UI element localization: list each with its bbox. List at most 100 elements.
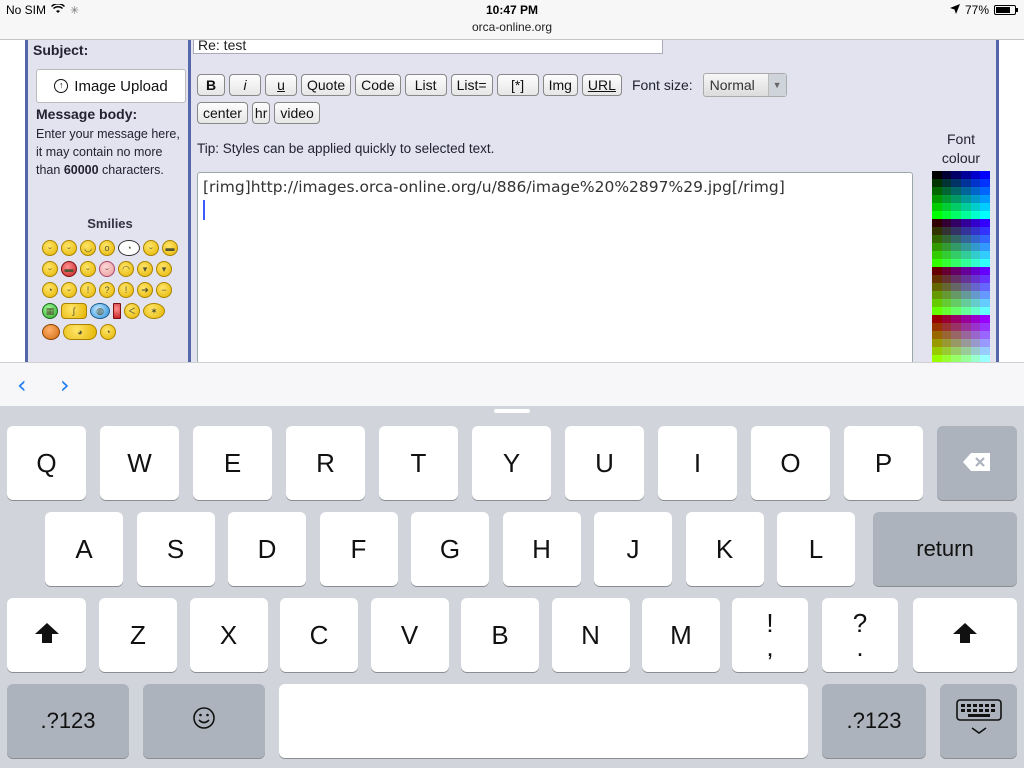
colour-swatch[interactable] [980,267,990,275]
colour-swatch[interactable] [961,275,971,283]
code-button[interactable]: Code [355,74,401,96]
colour-swatch[interactable] [980,187,990,195]
colour-swatch[interactable] [980,283,990,291]
colour-swatch[interactable] [980,259,990,267]
colour-swatch[interactable] [941,347,952,355]
colour-swatch[interactable] [961,251,971,259]
colour-swatch[interactable] [980,307,990,315]
colour-swatch[interactable] [951,251,961,259]
smiley-evil-icon[interactable]: ▾ [156,261,172,277]
colour-swatch[interactable] [941,283,952,291]
key-m[interactable]: M [642,598,720,672]
colour-swatch[interactable] [970,267,981,275]
colour-swatch[interactable] [951,235,961,243]
colour-swatch[interactable] [980,355,990,362]
list-item-button[interactable]: [*] [496,74,539,96]
colour-swatch[interactable] [941,227,952,235]
colour-swatch[interactable] [932,315,942,323]
colour-swatch[interactable] [961,171,971,179]
smiley-blush-icon[interactable]: ᵕ [99,261,115,277]
colour-swatch[interactable] [961,283,971,291]
colour-swatch[interactable] [961,323,971,331]
smiley-think-icon[interactable]: ◔ [118,240,140,256]
colour-swatch[interactable] [980,251,990,259]
colour-swatch[interactable] [951,219,961,227]
colour-swatch[interactable] [970,171,981,179]
list-button[interactable]: List [404,74,447,96]
colour-swatch[interactable] [941,211,952,219]
colour-swatch[interactable] [941,323,952,331]
colour-swatch[interactable] [932,291,942,299]
colour-swatch[interactable] [932,219,942,227]
colour-swatch[interactable] [980,203,990,211]
bold-button[interactable]: B [197,74,225,96]
colour-swatch[interactable] [980,299,990,307]
key-b[interactable]: B [461,598,539,672]
colour-swatch[interactable] [970,347,981,355]
colour-swatch[interactable] [932,227,942,235]
colour-swatch[interactable] [932,331,942,339]
key-k[interactable]: K [685,512,764,586]
colour-swatch[interactable] [951,323,961,331]
colour-swatch[interactable] [951,339,961,347]
quote-button[interactable]: Quote [301,74,352,96]
colour-swatch[interactable] [941,203,952,211]
colour-swatch[interactable] [961,315,971,323]
colour-swatch[interactable] [961,331,971,339]
colour-swatch[interactable] [932,195,942,203]
colour-swatch[interactable] [941,179,952,187]
colour-swatch[interactable] [941,187,952,195]
colour-swatch[interactable] [951,179,961,187]
colour-swatch[interactable] [951,283,961,291]
hr-button[interactable]: hr [251,102,271,124]
colour-swatch[interactable] [951,259,961,267]
key-x[interactable]: X [189,598,268,672]
colour-swatch[interactable] [941,219,952,227]
colour-swatch[interactable] [980,243,990,251]
colour-swatch[interactable] [951,227,961,235]
smiley-globe-icon[interactable]: ◍ [90,303,110,319]
key-r[interactable]: R [286,426,365,500]
key-e[interactable]: E [193,426,272,500]
colour-swatch[interactable] [941,267,952,275]
smiley-surprised-icon[interactable]: o [99,240,115,256]
smiley-cool-icon[interactable]: ▬ [162,240,178,256]
colour-swatch[interactable] [961,355,971,362]
key-u[interactable]: U [565,426,644,500]
colour-swatch[interactable] [941,259,952,267]
key-t[interactable]: T [379,426,458,500]
colour-swatch[interactable] [932,299,942,307]
colour-swatch[interactable] [961,259,971,267]
key-p[interactable]: P [844,426,923,500]
colour-swatch[interactable] [951,331,961,339]
colour-swatch[interactable] [961,307,971,315]
colour-swatch[interactable] [941,355,952,362]
colour-swatch[interactable] [932,355,942,362]
colour-swatch[interactable] [970,203,981,211]
key-q[interactable]: Q [7,426,86,500]
return-key[interactable]: return [873,512,1017,586]
smiley-pacman-icon[interactable]: ᐸ [124,303,140,319]
colour-swatch[interactable] [961,339,971,347]
colour-swatch[interactable] [980,211,990,219]
colour-swatch[interactable] [961,211,971,219]
key-l[interactable]: L [777,512,855,586]
colour-swatch[interactable] [980,179,990,187]
colour-swatch[interactable] [951,171,961,179]
video-button[interactable]: video [274,102,320,124]
colour-swatch[interactable] [970,179,981,187]
colour-swatch[interactable] [961,219,971,227]
key-i[interactable]: I [658,426,737,500]
colour-swatch[interactable] [961,187,971,195]
colour-swatch[interactable] [941,299,952,307]
colour-swatch[interactable] [941,235,952,243]
colour-swatch[interactable] [951,211,961,219]
colour-swatch[interactable] [932,267,942,275]
key-o[interactable]: O [751,426,830,500]
colour-swatch[interactable] [970,307,981,315]
colour-swatch[interactable] [951,195,961,203]
colour-swatch[interactable] [932,243,942,251]
colour-swatch[interactable] [961,291,971,299]
colour-swatch[interactable] [970,251,981,259]
colour-swatch[interactable] [932,187,942,195]
